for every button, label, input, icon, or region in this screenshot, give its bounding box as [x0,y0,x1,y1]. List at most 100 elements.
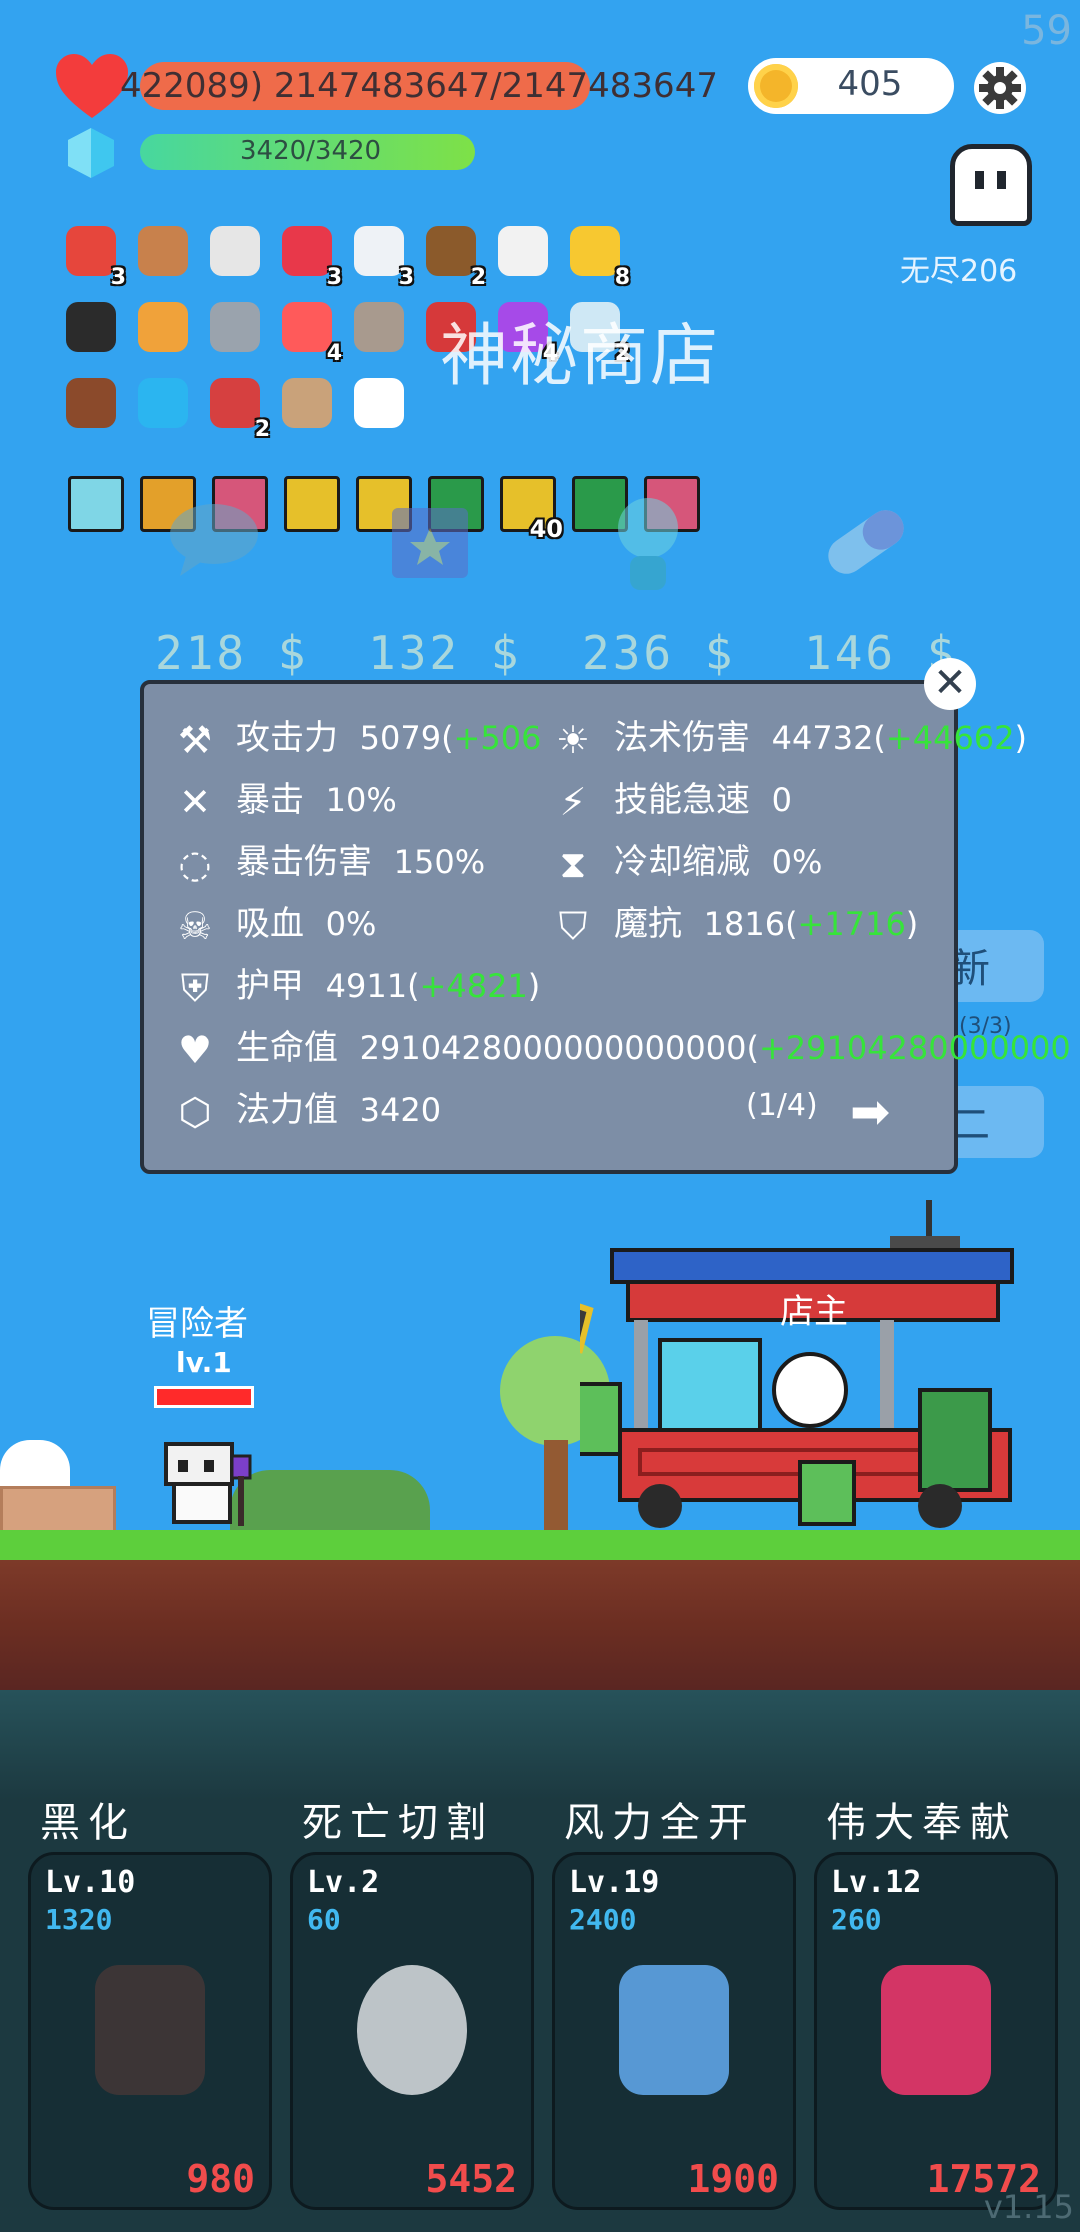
sword-icon [210,226,260,276]
inventory-item[interactable] [498,226,554,282]
hero-level: lv.1 [176,1346,232,1379]
stat-lifesteal: ☠ 吸血 0% [172,896,376,946]
endless-level: 无尽206 [900,254,1018,289]
smile-orb-icon[interactable] [610,496,686,592]
inventory-item[interactable] [66,378,122,434]
item-count: 2 [470,265,486,290]
stat-crit-damage: ◌ 暴击伤害 150% [172,834,485,884]
inventory-item[interactable]: 3 [354,226,414,290]
knight-helmet-icon [210,302,260,352]
round-shield-icon [138,226,188,276]
skill-name: 风力全开 [564,1800,756,1846]
sun-icon: ☀ [555,717,591,762]
stat-health: ♥ 生命值 2910428000000000000(+29104280000000… [172,1020,1072,1070]
stat-cooldown: ⧗ 冷却缩减 0% [550,834,823,886]
crossed-swords-icon: ✕ [179,779,211,824]
fps-counter: 59 [1021,8,1072,54]
stats-page-indicator: (1/4) [746,1088,818,1123]
inventory-item[interactable] [138,378,194,434]
skills-area-top [0,1690,1080,1800]
knight-hero[interactable] [160,1436,256,1530]
ghost-icon [354,378,404,428]
skill-upgrade-price: 1900 [687,2157,779,2201]
tombstone-icon [354,302,404,352]
inventory-item[interactable]: 3 [282,226,342,290]
shop-items [0,480,1080,600]
stat-crit: ✕ 暴击 10% [172,772,397,822]
cauldron-icon [66,302,116,352]
hero-health-bar [154,1386,254,1408]
skill-name: 死亡切割 [302,1800,494,1846]
mana-text: 3420/3420 [240,136,382,166]
evil-tree-icon [95,1965,205,2095]
inventory-item[interactable]: 8 [570,226,630,290]
item-count: 8 [614,265,630,290]
chat-bubble-icon[interactable] [166,500,262,580]
skill-level: Lv.2 [307,1865,380,1900]
target-icon: ◌ [178,841,212,886]
inventory-item[interactable]: 3 [66,226,126,290]
dna-icon [881,1965,991,2095]
skill-mana-cost: 60 [307,1903,341,1936]
item-count: 2 [254,417,270,442]
shopkeeper-label: 店主 [780,1292,848,1332]
item-count: 3 [398,265,414,290]
stat-spell-damage: ☀ 法术伤害 44732(+44662) [550,710,1027,760]
tree-trunk [544,1440,568,1530]
cloud [0,1440,70,1492]
inventory-item[interactable]: 2 [426,226,486,290]
item-count: 4 [326,341,342,366]
shop-cart[interactable] [580,1200,1030,1530]
shop-price-2: 132 $ [368,626,522,680]
mana-crystal-icon [68,128,114,178]
skill-upgrade-price: 980 [186,2157,255,2201]
item-count: 3 [326,265,342,290]
hook-icon [210,378,260,428]
horned-skull-icon: ☠ [177,903,213,948]
heart-outline-icon: ♥ [177,1027,213,1070]
next-page-arrow-icon[interactable]: ➡ [850,1084,890,1140]
inventory-item[interactable] [210,302,266,358]
hp-text: 422089) 2147483647/2147483647 [120,66,718,106]
saw-blade-icon [357,1965,467,2095]
axe-icon: ⚒ [177,717,213,762]
stat-haste: ⚡ 技能急速 0 [550,772,792,822]
inventory-item[interactable] [210,226,266,282]
envelope-icon [354,226,404,276]
inventory-item[interactable]: 4 [282,302,342,366]
skill-name: 黑化 [40,1800,136,1846]
dirt [0,1560,1080,1690]
pill-icon [282,302,332,352]
shop-price-1: 218 $ [155,626,309,680]
shop-price-3: 236 $ [582,626,736,680]
shield-icon: ⛨ [180,965,210,1010]
ghost-mode-icon[interactable] [950,144,1032,226]
capsule-icon[interactable] [816,502,916,582]
skill-upgrade-price: 5452 [425,2157,517,2201]
skill-card[interactable]: Lv.10 1320 980 [28,1852,272,2210]
inventory-item[interactable] [66,302,122,358]
skill-name: 伟大奉献 [826,1800,1018,1846]
close-button[interactable]: ✕ [924,658,976,710]
gear-icon[interactable] [972,60,1028,116]
coin-amount: 405 [837,64,903,104]
skill-level: Lv.10 [45,1865,136,1900]
inventory-item[interactable] [354,302,410,358]
hourglass-icon: ⧗ [559,841,587,886]
blue-gem-icon [138,378,188,428]
gold-coin-icon [754,64,798,108]
inventory-item[interactable]: 2 [210,378,270,442]
star-box-icon[interactable] [388,498,472,580]
lightning-icon: ⚡ [559,779,587,824]
stat-armor: ⛨ 护甲 4911(+4821) [172,958,541,1010]
skill-mana-cost: 260 [831,1903,882,1936]
skill-card[interactable]: Lv.2 60 5452 [290,1852,534,2210]
skill-card[interactable]: Lv.12 260 17572 [814,1852,1058,2210]
inventory-item[interactable] [138,302,194,358]
feather-icon [619,1965,729,2095]
skill-card[interactable]: Lv.19 2400 1900 [552,1852,796,2210]
inventory-item[interactable] [354,378,410,434]
inventory-item[interactable] [282,378,338,434]
inventory-item[interactable] [138,226,194,282]
skill-level: Lv.19 [569,1865,660,1900]
